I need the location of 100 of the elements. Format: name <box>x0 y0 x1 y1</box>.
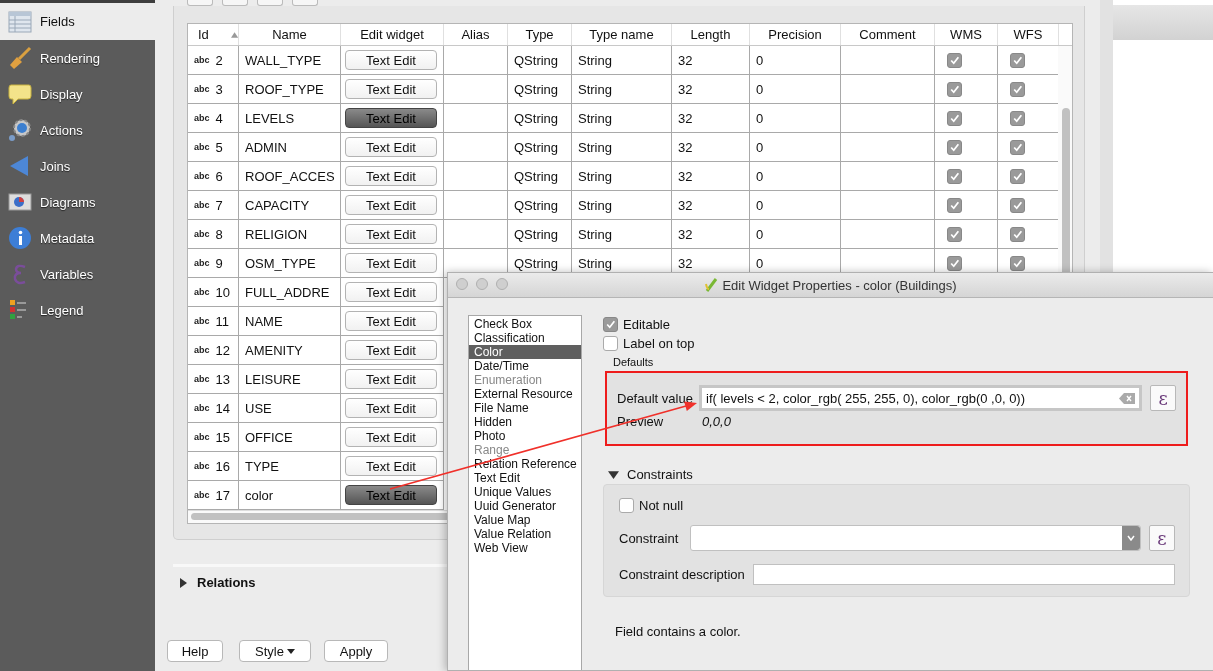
table-cell: OFFICE <box>245 429 293 445</box>
column-header-label: WMS <box>950 27 982 42</box>
table-cell: LEVELS <box>245 110 295 126</box>
column-header-label: Precision <box>768 27 822 42</box>
table-cell: FULL_ADDRE <box>245 284 330 300</box>
table-cell: ROOF_TYPE <box>245 81 324 97</box>
table-cell: 32 <box>678 110 693 126</box>
column-header-label: Comment <box>859 27 916 42</box>
table-cell: QString <box>514 52 559 68</box>
column-header-label: Alias <box>461 27 490 42</box>
table-cell: String <box>578 197 612 213</box>
type-icon: abc <box>194 113 210 123</box>
widget-description: Field contains a color. <box>615 624 742 639</box>
type-icon: abc <box>194 84 210 94</box>
type-icon: abc <box>194 229 210 239</box>
table-cell: String <box>578 139 612 155</box>
type-icon: abc <box>194 403 210 413</box>
table-cell: 32 <box>678 226 693 242</box>
table-cell: QString <box>514 255 559 271</box>
table-cell: 32 <box>678 81 693 97</box>
table-cell: 32 <box>678 255 693 271</box>
table-cell: String <box>578 81 612 97</box>
table-cell: 0 <box>756 139 764 155</box>
table-cell: 9 <box>215 255 223 271</box>
table-cell: ROOF_ACCES <box>245 168 335 184</box>
type-icon: abc <box>194 490 210 500</box>
table-cell: String <box>578 52 612 68</box>
column-header-label: WFS <box>1013 27 1043 42</box>
type-icon: abc <box>194 374 210 384</box>
table-cell: TYPE <box>245 458 279 474</box>
column-header-label: Id <box>198 27 209 42</box>
table-cell: 14 <box>215 400 230 416</box>
table-cell: LEISURE <box>245 371 301 387</box>
type-icon: abc <box>194 316 210 326</box>
table-cell: 5 <box>215 139 223 155</box>
table-cell: QString <box>514 81 559 97</box>
type-icon: abc <box>194 200 210 210</box>
table-cell: 32 <box>678 139 693 155</box>
table-cell: WALL_TYPE <box>245 52 322 68</box>
table-cell: 3 <box>215 81 223 97</box>
table-cell: String <box>578 110 612 126</box>
type-icon: abc <box>194 461 210 471</box>
checkbox-label: Editable <box>623 317 670 332</box>
column-header-label: Length <box>690 27 731 42</box>
table-cell: ADMIN <box>245 139 287 155</box>
field-label: Constraint <box>619 530 680 546</box>
table-cell: NAME <box>245 313 283 329</box>
checkbox-label: Label on top <box>623 336 695 351</box>
type-icon: abc <box>194 142 210 152</box>
table-cell: QString <box>514 168 559 184</box>
table-cell: QString <box>514 226 559 242</box>
table-cell: String <box>578 168 612 184</box>
field-label: Constraint description <box>619 567 746 582</box>
table-cell: String <box>578 255 612 271</box>
table-cell: 0 <box>756 168 764 184</box>
type-icon: abc <box>194 55 210 65</box>
table-cell: QString <box>514 139 559 155</box>
table-cell: 10 <box>215 284 230 300</box>
type-icon: abc <box>194 432 210 442</box>
preview-value: 0,0,0 <box>702 414 731 429</box>
table-cell: 15 <box>215 429 230 445</box>
table-cell: 32 <box>678 52 693 68</box>
type-icon: abc <box>194 287 210 297</box>
table-cell: 32 <box>678 168 693 184</box>
table-cell: 0 <box>756 52 764 68</box>
table-cell: 0 <box>756 226 764 242</box>
table-cell: QString <box>514 110 559 126</box>
column-header-label: Type name <box>589 27 654 42</box>
column-header-label: Name <box>272 27 307 42</box>
table-cell: 12 <box>215 342 230 358</box>
table-cell: 16 <box>215 458 230 474</box>
type-icon: abc <box>194 258 210 268</box>
type-icon: abc <box>194 345 210 355</box>
group-title: Defaults <box>613 356 655 369</box>
table-cell: 4 <box>215 110 223 126</box>
table-cell: 6 <box>215 168 223 184</box>
type-icon: abc <box>194 171 210 181</box>
table-cell: 2 <box>215 52 223 68</box>
table-cell: 13 <box>215 371 230 387</box>
table-cell: USE <box>245 400 272 416</box>
table-cell: AMENITY <box>245 342 303 358</box>
table-cell: 0 <box>756 81 764 97</box>
table-cell: QString <box>514 197 559 213</box>
table-cell: 8 <box>215 226 223 242</box>
table-cell: 0 <box>756 110 764 126</box>
checkbox-label: Not null <box>639 498 684 513</box>
table-cell: 17 <box>215 487 230 503</box>
table-cell: 0 <box>756 255 764 271</box>
column-header-label: Type <box>525 27 554 42</box>
table-cell: 11 <box>215 313 229 329</box>
table-cell: 7 <box>215 197 223 213</box>
table-cell: String <box>578 226 612 242</box>
table-cell: CAPACITY <box>245 197 310 213</box>
column-header-label: Edit widget <box>360 27 424 42</box>
table-cell: 0 <box>756 197 764 213</box>
window-title: Edit Widget Properties - color (Buildings) <box>722 277 957 293</box>
table-cell: 32 <box>678 197 693 213</box>
table-cell: color <box>245 487 274 503</box>
table-cell: RELIGION <box>245 226 308 242</box>
table-cell: OSM_TYPE <box>245 255 316 271</box>
